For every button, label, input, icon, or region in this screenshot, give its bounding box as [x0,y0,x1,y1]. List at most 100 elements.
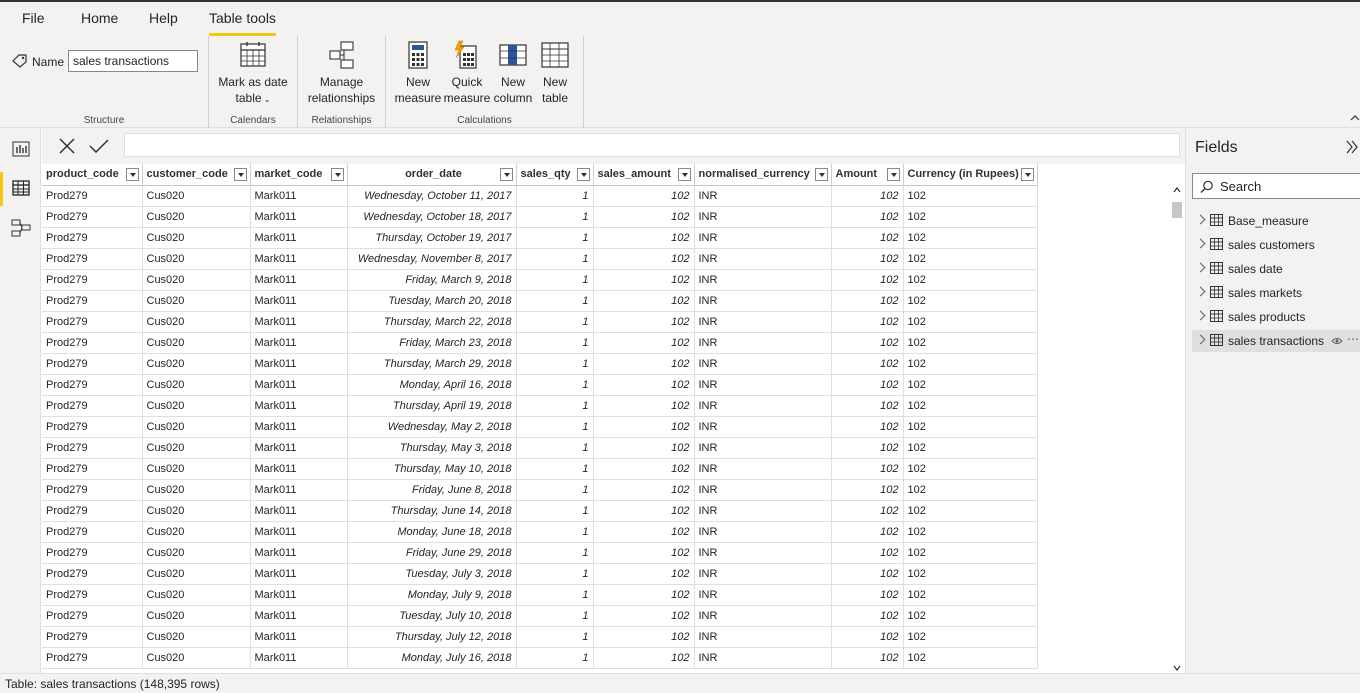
table-cell[interactable]: 102 [903,437,1038,459]
table-cell[interactable]: 1 [516,542,594,564]
table-cell[interactable]: INR [694,542,832,564]
table-cell[interactable]: Cus020 [142,605,251,627]
formula-input[interactable] [124,133,1180,157]
table-cell[interactable]: 102 [593,647,695,669]
table-cell[interactable]: 102 [831,185,904,207]
table-cell[interactable]: INR [694,647,832,669]
table-cell[interactable]: Friday, March 23, 2018 [347,332,517,354]
fields-search-input[interactable]: Search [1192,173,1360,199]
chevron-right-icon[interactable] [1195,334,1206,345]
table-cell[interactable]: Cus020 [142,374,251,396]
table-cell[interactable]: Wednesday, November 8, 2017 [347,248,517,270]
table-cell[interactable]: 102 [593,269,695,291]
table-cell[interactable]: Thursday, March 22, 2018 [347,311,517,333]
menu-tab-home[interactable]: Home [81,10,118,34]
table-cell[interactable]: Prod279 [42,542,143,564]
table-cell[interactable]: 102 [831,374,904,396]
table-cell[interactable]: 102 [831,542,904,564]
vertical-scrollbar[interactable] [1171,185,1183,673]
table-cell[interactable]: 1 [516,605,594,627]
table-cell[interactable]: 102 [831,626,904,648]
table-cell[interactable]: Mark011 [250,332,348,354]
table-cell[interactable]: Prod279 [42,332,143,354]
collapse-ribbon-icon[interactable] [1350,114,1360,122]
manage-relationships-button[interactable]: Manage relationships [298,40,385,106]
table-cell[interactable]: 102 [903,290,1038,312]
table-cell[interactable]: 1 [516,185,594,207]
table-cell[interactable]: INR [694,416,832,438]
table-cell[interactable]: 1 [516,584,594,606]
table-cell[interactable]: Prod279 [42,458,143,480]
filter-dropdown-icon[interactable] [814,168,828,181]
table-cell[interactable]: 102 [831,521,904,543]
table-cell[interactable]: 102 [593,374,695,396]
table-cell[interactable]: 1 [516,521,594,543]
table-cell[interactable]: 102 [593,542,695,564]
table-cell[interactable]: Mark011 [250,290,348,312]
table-cell[interactable]: Cus020 [142,227,251,249]
table-cell[interactable]: 102 [593,584,695,606]
table-cell[interactable]: Friday, March 9, 2018 [347,269,517,291]
filter-dropdown-icon[interactable] [1020,168,1034,181]
filter-dropdown-icon[interactable] [125,168,139,181]
table-cell[interactable]: Cus020 [142,290,251,312]
table-cell[interactable]: Cus020 [142,269,251,291]
table-cell[interactable]: Prod279 [42,521,143,543]
chevron-right-icon[interactable] [1195,238,1206,249]
table-cell[interactable]: 102 [593,479,695,501]
table-cell[interactable]: 102 [831,269,904,291]
table-cell[interactable]: 102 [831,479,904,501]
table-cell[interactable]: INR [694,332,832,354]
table-cell[interactable]: Cus020 [142,521,251,543]
new-measure-button[interactable]: New measure [394,40,442,106]
table-cell[interactable]: 1 [516,311,594,333]
table-cell[interactable]: Mark011 [250,605,348,627]
new-table-button[interactable]: New table [534,40,576,106]
table-cell[interactable]: 102 [831,332,904,354]
table-cell[interactable]: Prod279 [42,311,143,333]
table-cell[interactable]: Prod279 [42,395,143,417]
filter-dropdown-icon[interactable] [499,168,513,181]
table-cell[interactable]: Thursday, June 14, 2018 [347,500,517,522]
table-cell[interactable]: Prod279 [42,647,143,669]
table-cell[interactable]: 1 [516,227,594,249]
table-cell[interactable]: Tuesday, July 3, 2018 [347,563,517,585]
menu-tab-file[interactable]: File [22,10,45,34]
table-cell[interactable]: INR [694,395,832,417]
table-cell[interactable]: 102 [903,353,1038,375]
field-table-item[interactable]: Base_measure [1192,210,1360,232]
table-cell[interactable]: Prod279 [42,416,143,438]
table-cell[interactable]: 102 [831,416,904,438]
table-cell[interactable]: Cus020 [142,353,251,375]
table-cell[interactable]: 102 [593,626,695,648]
report-view-icon[interactable] [10,138,32,160]
table-cell[interactable]: INR [694,353,832,375]
table-cell[interactable]: Prod279 [42,563,143,585]
table-cell[interactable]: INR [694,626,832,648]
table-cell[interactable]: INR [694,248,832,270]
table-cell[interactable]: 102 [593,353,695,375]
table-cell[interactable]: INR [694,206,832,228]
table-cell[interactable]: INR [694,458,832,480]
table-cell[interactable]: Mark011 [250,626,348,648]
table-cell[interactable]: Mark011 [250,458,348,480]
table-cell[interactable]: Prod279 [42,374,143,396]
table-name-input[interactable] [68,50,198,72]
table-cell[interactable]: 102 [593,563,695,585]
table-cell[interactable]: 102 [593,248,695,270]
chevron-right-icon[interactable] [1195,262,1206,273]
table-cell[interactable]: Wednesday, October 11, 2017 [347,185,517,207]
table-cell[interactable]: Cus020 [142,584,251,606]
table-cell[interactable]: Mark011 [250,185,348,207]
table-cell[interactable]: INR [694,437,832,459]
table-cell[interactable]: Mark011 [250,584,348,606]
table-cell[interactable]: Cus020 [142,248,251,270]
table-cell[interactable]: Friday, June 29, 2018 [347,542,517,564]
table-cell[interactable]: Monday, July 9, 2018 [347,584,517,606]
table-cell[interactable]: Prod279 [42,227,143,249]
table-cell[interactable]: Mark011 [250,437,348,459]
table-cell[interactable]: Mark011 [250,542,348,564]
table-cell[interactable]: 102 [593,521,695,543]
field-table-item[interactable]: sales products [1192,306,1360,328]
menu-tab-help[interactable]: Help [149,10,178,34]
